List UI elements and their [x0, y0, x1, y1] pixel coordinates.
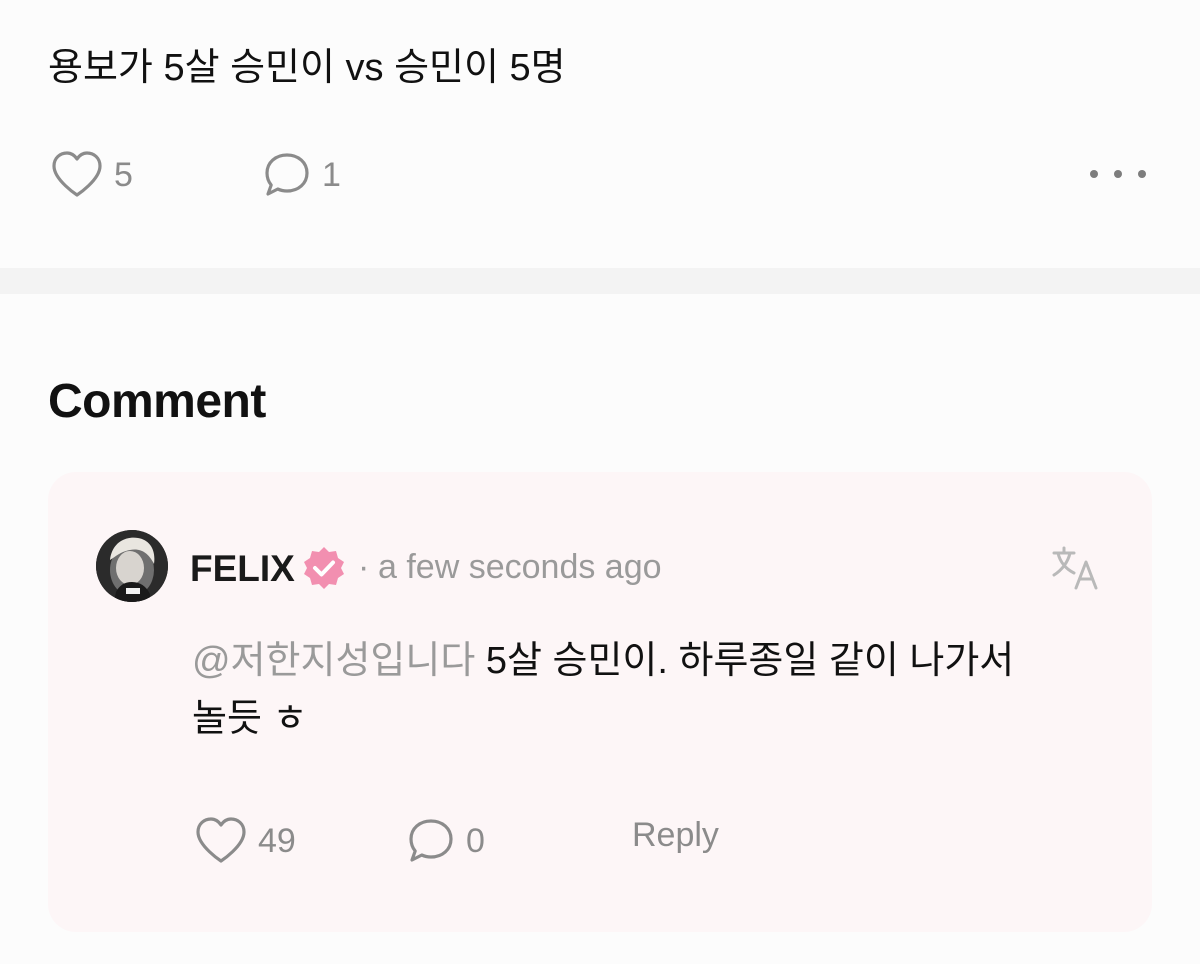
more-icon [1090, 170, 1098, 178]
comment-card: FELIX · a few seconds ago @저한지성입니다 5살 승민… [48, 472, 1152, 932]
comment-body: @저한지성입니다 5살 승민이. 하루종일 같이 나가서 놀듯 ㅎ [192, 632, 1112, 748]
post: 용보가 5살 승민이 vs 승민이 5명 5 1 [0, 0, 1200, 268]
more-icon-dot [1114, 170, 1122, 178]
post-comment-count: 1 [322, 155, 341, 194]
comment-like-count: 49 [258, 821, 296, 860]
comment-reply-count: 0 [466, 821, 485, 860]
comment-timestamp: a few seconds ago [378, 548, 662, 586]
heart-icon [52, 151, 102, 197]
avatar[interactable] [96, 530, 168, 602]
section-divider [0, 268, 1200, 294]
verified-badge-icon [304, 547, 344, 589]
more-icon-dot [1138, 170, 1146, 178]
translate-icon[interactable] [1050, 544, 1100, 592]
comment-like-button[interactable]: 49 [194, 814, 296, 868]
post-comment-button[interactable]: 1 [262, 148, 341, 202]
post-text: 용보가 5살 승민이 vs 승민이 5명 [48, 47, 566, 89]
comment-text-line2: 놀듯 ㅎ [192, 698, 308, 740]
more-options-button[interactable] [1090, 158, 1146, 190]
meta-separator: · [358, 548, 370, 586]
post-like-count: 5 [114, 155, 133, 194]
reply-button[interactable]: Reply [632, 816, 719, 855]
comments-section-title: Comment [48, 375, 266, 428]
comments-section: Comment FELIX · a few seconds ago @저한지성입… [0, 294, 1200, 964]
post-like-button[interactable]: 5 [50, 148, 133, 202]
comment-bubble-icon [409, 819, 453, 862]
comment-mention[interactable]: @저한지성입니다 [192, 640, 475, 682]
comment-bubble-icon [265, 153, 309, 196]
comment-text-line1: 5살 승민이. 하루종일 같이 나가서 [475, 640, 1015, 682]
heart-icon [196, 817, 246, 863]
avatar-image [96, 530, 168, 602]
comment-author-name[interactable]: FELIX [190, 548, 295, 590]
comment-reply-count-button[interactable]: 0 [406, 814, 485, 868]
